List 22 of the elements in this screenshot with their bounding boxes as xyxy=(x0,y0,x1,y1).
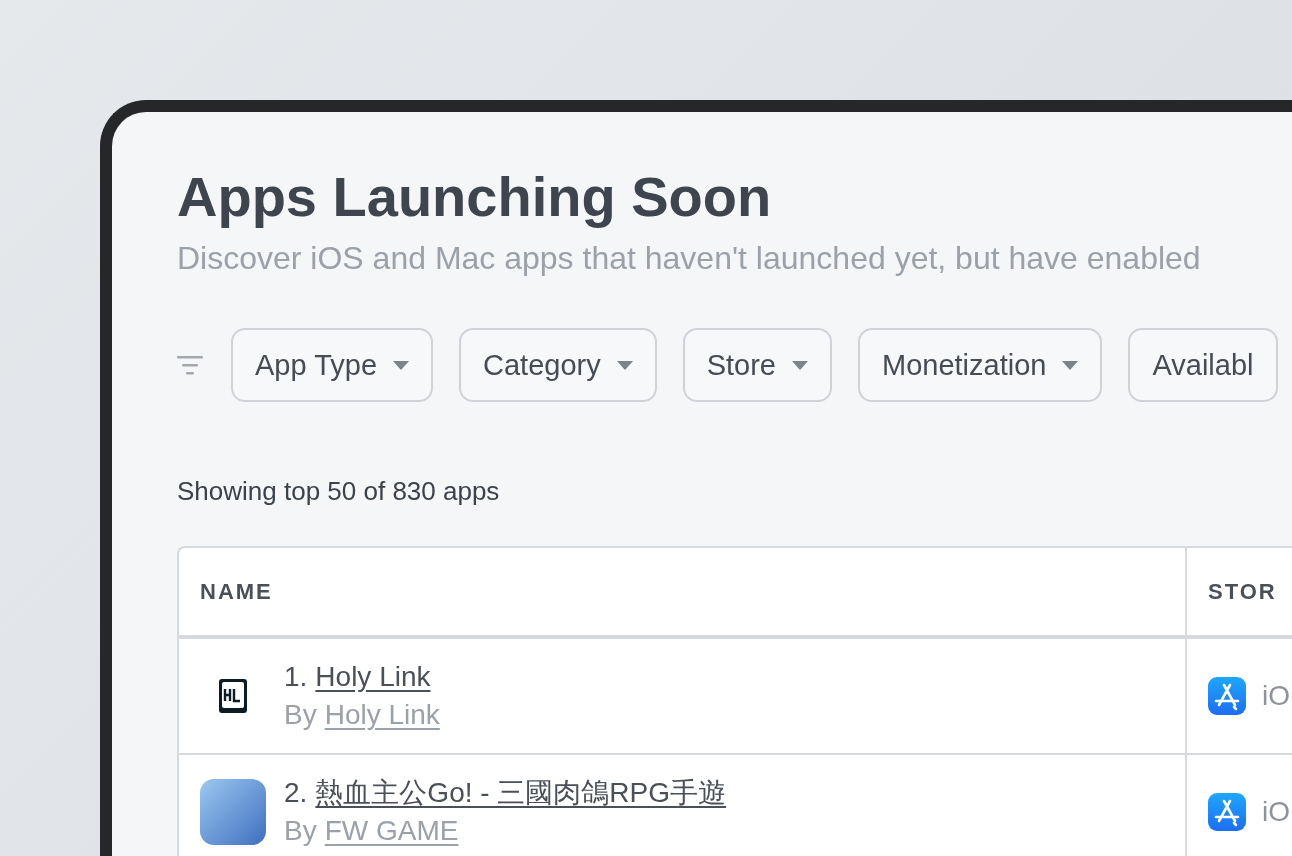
results-count: Showing top 50 of 830 apps xyxy=(177,475,501,508)
filter-dropdown[interactable]: Store xyxy=(682,328,832,402)
app-name-link[interactable]: 熱血主公Go! - 三國肉鴿RPG手遊 xyxy=(315,776,727,810)
filter-dropdown[interactable]: App Type xyxy=(231,328,433,402)
filter-dropdown[interactable]: Availabl xyxy=(1128,328,1278,402)
filter-icon xyxy=(177,355,203,375)
store-name: iO xyxy=(1262,796,1290,828)
app-store-icon xyxy=(1208,793,1246,831)
app-artwork-placeholder xyxy=(200,779,266,845)
column-header: NAME xyxy=(179,548,1187,639)
page-subtitle: Discover iOS and Mac apps that haven't launched yet, but have enabled xyxy=(177,239,1202,278)
app-name-link[interactable]: Holy Link xyxy=(315,660,431,694)
by-label: By xyxy=(284,698,317,732)
filter-dropdown[interactable]: Monetization xyxy=(858,328,1103,402)
store-name: iO xyxy=(1262,680,1290,712)
page-title: Apps Launching Soon xyxy=(177,164,773,230)
filter-dropdown[interactable]: Category xyxy=(459,328,657,402)
app-store-icon xyxy=(1208,677,1246,715)
rank-number: 2. xyxy=(284,776,308,810)
column-header: STOR xyxy=(1187,548,1292,639)
rank-number: 1. xyxy=(284,660,308,694)
by-label: By xyxy=(284,814,317,848)
